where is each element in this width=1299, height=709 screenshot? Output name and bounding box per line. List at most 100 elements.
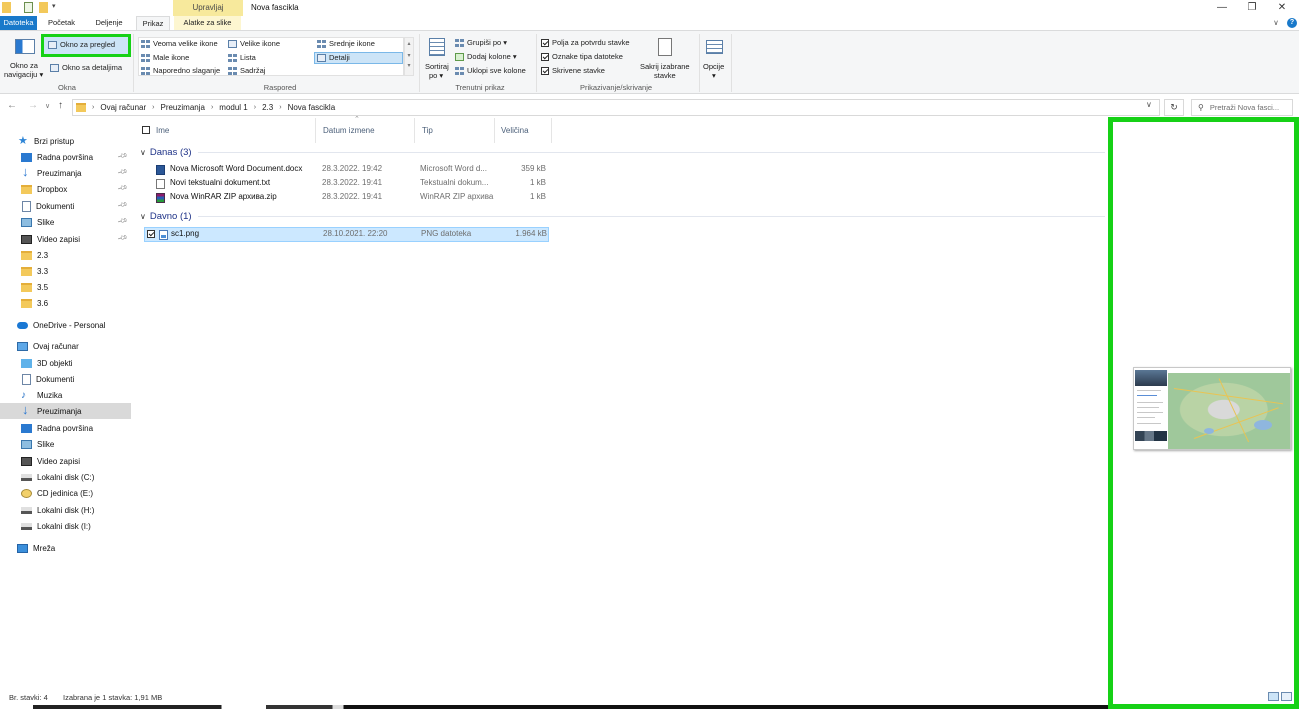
hidden-items-toggle[interactable]: Skrivene stavke bbox=[541, 66, 605, 75]
size-all-columns-button[interactable]: Uklopi sve kolone bbox=[455, 66, 526, 75]
nav-pc-drive-h[interactable]: Lokalni disk (H:) bbox=[0, 502, 131, 518]
pin-icon[interactable]: 📌︎ bbox=[117, 215, 129, 227]
refresh-button[interactable]: ↻ bbox=[1164, 99, 1184, 116]
quick-access-dropdown-icon[interactable]: ▾ bbox=[52, 2, 56, 13]
nav-network[interactable]: Mreža bbox=[0, 540, 131, 556]
nav-quick-desktop[interactable]: Radna površina 📌︎ bbox=[0, 149, 131, 165]
breadcrumb-2-3[interactable]: 2.3 bbox=[262, 103, 273, 112]
close-button[interactable]: ✕ bbox=[1267, 0, 1297, 16]
forward-arrow-icon[interactable]: → bbox=[28, 100, 38, 111]
nav-this-pc[interactable]: Ovaj računar bbox=[0, 338, 131, 354]
pin-icon[interactable]: 📌︎ bbox=[117, 150, 129, 162]
nav-quick-documents[interactable]: Dokumenti 📌︎ bbox=[0, 198, 131, 214]
breadcrumb-separator-icon[interactable]: › bbox=[279, 104, 281, 111]
nav-onedrive[interactable]: OneDrive - Personal bbox=[0, 317, 131, 333]
breadcrumb-separator-icon[interactable]: › bbox=[92, 104, 94, 111]
layout-medium-icons[interactable]: Srednje ikone bbox=[317, 39, 375, 48]
tab-view[interactable]: Prikaz bbox=[136, 16, 170, 31]
nav-pc-pictures[interactable]: Slike bbox=[0, 436, 131, 452]
search-box[interactable]: ⚲ Pretraži Nova fasci... bbox=[1191, 99, 1293, 116]
layout-list[interactable]: Lista bbox=[228, 53, 256, 62]
nav-pc-music[interactable]: ♪ Muzika bbox=[0, 387, 131, 403]
nav-pc-cd-drive-e[interactable]: CD jedinica (E:) bbox=[0, 485, 131, 501]
nav-pc-drive-c[interactable]: Lokalni disk (C:) bbox=[0, 469, 131, 485]
maximize-button[interactable]: ❐ bbox=[1237, 0, 1267, 16]
breadcrumb-nova-fascikla[interactable]: Nova fascikla bbox=[288, 103, 336, 112]
breadcrumb-separator-icon[interactable]: › bbox=[211, 104, 213, 111]
checkbox-checked-icon[interactable] bbox=[541, 52, 549, 61]
tab-picture-tools[interactable]: Alatke za slike bbox=[174, 16, 241, 30]
scroll-up-icon[interactable]: ▴ bbox=[405, 38, 413, 50]
collapse-chevron-icon[interactable]: ∨ bbox=[140, 212, 146, 221]
nav-quick-folder-2-3[interactable]: 2.3 bbox=[0, 247, 131, 263]
pin-icon[interactable]: 📌︎ bbox=[117, 166, 129, 178]
file-row-selected[interactable]: sc1.png 28.10.2021. 22:20 PNG datoteka 1… bbox=[144, 227, 549, 242]
options-button[interactable]: Opcije ▾ bbox=[702, 36, 728, 82]
ribbon-expand-button[interactable]: ∨ bbox=[1271, 16, 1281, 30]
help-icon[interactable]: ? bbox=[1287, 18, 1297, 28]
nav-quick-folder-3-6[interactable]: 3.6 bbox=[0, 295, 131, 311]
breadcrumb-separator-icon[interactable]: › bbox=[254, 104, 256, 111]
properties-icon[interactable] bbox=[24, 2, 33, 13]
file-row[interactable]: Nova WinRAR ZIP архива.zip 28.3.2022. 19… bbox=[143, 191, 549, 205]
nav-pc-desktop[interactable]: Radna površina bbox=[0, 420, 131, 436]
column-header-date[interactable]: Datum izmene bbox=[317, 118, 415, 143]
layout-tiles[interactable]: Naporedno slaganje bbox=[141, 66, 220, 75]
nav-pc-downloads[interactable]: Preuzimanja bbox=[0, 402, 131, 419]
collapse-chevron-icon[interactable]: ∨ bbox=[140, 148, 146, 157]
group-header-today[interactable]: ∨ Danas (3) bbox=[140, 145, 1105, 159]
new-folder-icon[interactable] bbox=[39, 2, 48, 13]
tab-share[interactable]: Deljenje bbox=[86, 16, 132, 30]
column-header-type[interactable]: Tip bbox=[416, 118, 495, 143]
gallery-more-icon[interactable]: ▾ bbox=[405, 62, 413, 70]
breadcrumb-modul1[interactable]: modul 1 bbox=[219, 103, 247, 112]
sort-by-button[interactable]: Sortiraj po ▾ bbox=[423, 36, 451, 82]
address-bar[interactable]: › Ovaj računar › Preuzimanja › modul 1 ›… bbox=[72, 99, 1160, 116]
file-row[interactable]: Novi tekstualni dokument.txt 28.3.2022. … bbox=[143, 177, 549, 191]
minimize-button[interactable]: — bbox=[1207, 0, 1237, 16]
column-header-size[interactable]: Veličina bbox=[495, 118, 552, 143]
tab-home[interactable]: Početak bbox=[41, 16, 82, 30]
navigation-pane-button[interactable]: Okno za navigaciju ▾ bbox=[4, 35, 44, 79]
layout-extra-large-icons[interactable]: Veoma velike ikone bbox=[141, 39, 218, 48]
nav-quick-folder-3-3[interactable]: 3.3 bbox=[0, 263, 131, 279]
hide-selected-items-button[interactable]: Sakrij izabrane stavke bbox=[638, 36, 694, 82]
large-icons-view-icon[interactable] bbox=[1281, 692, 1292, 701]
nav-quick-videos[interactable]: Video zapisi 📌︎ bbox=[0, 231, 131, 247]
layout-gallery-scroll[interactable]: ▴ ▾ ▾ bbox=[404, 37, 414, 76]
scroll-down-icon[interactable]: ▾ bbox=[405, 50, 413, 62]
address-history-dropdown-icon[interactable]: ∨ bbox=[1146, 100, 1152, 109]
details-view-icon[interactable] bbox=[1268, 692, 1279, 701]
checkbox-checked-icon[interactable] bbox=[541, 66, 549, 75]
file-extensions-toggle[interactable]: Oznake tipa datoteke bbox=[541, 52, 623, 61]
layout-small-icons[interactable]: Male ikone bbox=[141, 53, 189, 62]
pin-icon[interactable]: 📌︎ bbox=[117, 182, 129, 194]
checkbox-checked-icon[interactable] bbox=[541, 38, 549, 47]
layout-content[interactable]: Sadržaj bbox=[228, 66, 265, 75]
breadcrumb-this-pc[interactable]: Ovaj računar bbox=[100, 103, 146, 112]
nav-quick-dropbox[interactable]: Dropbox 📌︎ bbox=[0, 181, 131, 197]
details-pane-button[interactable]: Okno sa detaljima bbox=[50, 63, 122, 72]
up-arrow-icon[interactable]: ↑ bbox=[58, 100, 63, 111]
breadcrumb-downloads[interactable]: Preuzimanja bbox=[160, 103, 204, 112]
nav-pc-videos[interactable]: Video zapisi bbox=[0, 453, 131, 469]
nav-quick-folder-3-5[interactable]: 3.5 bbox=[0, 279, 131, 295]
layout-large-icons[interactable]: Velike ikone bbox=[228, 39, 280, 48]
recent-dropdown-icon[interactable]: ∨ bbox=[45, 102, 50, 110]
group-by-button[interactable]: Grupiši po ▾ bbox=[455, 38, 507, 47]
nav-quick-downloads[interactable]: Preuzimanja 📌︎ bbox=[0, 164, 131, 181]
nav-quick-access[interactable]: ★ Brzi pristup bbox=[0, 133, 131, 149]
nav-pc-3d-objects[interactable]: 3D objekti bbox=[0, 355, 131, 371]
file-row[interactable]: Nova Microsoft Word Document.docx 28.3.2… bbox=[143, 163, 549, 177]
row-checkbox[interactable] bbox=[147, 230, 155, 238]
layout-details[interactable]: Detalji bbox=[317, 53, 350, 62]
context-tab-manage[interactable]: Upravljaj bbox=[173, 0, 243, 16]
tab-file[interactable]: Datoteka bbox=[0, 16, 37, 30]
back-arrow-icon[interactable]: ← bbox=[7, 100, 17, 111]
group-header-long-ago[interactable]: ∨ Davno (1) bbox=[140, 209, 1105, 223]
nav-pc-documents[interactable]: Dokumenti bbox=[0, 371, 131, 387]
nav-pc-drive-i[interactable]: Lokalni disk (I:) bbox=[0, 518, 131, 534]
breadcrumb-separator-icon[interactable]: › bbox=[152, 104, 154, 111]
column-header-name[interactable]: Ime bbox=[136, 118, 316, 143]
item-checkboxes-toggle[interactable]: Polja za potvrdu stavke bbox=[541, 38, 630, 47]
